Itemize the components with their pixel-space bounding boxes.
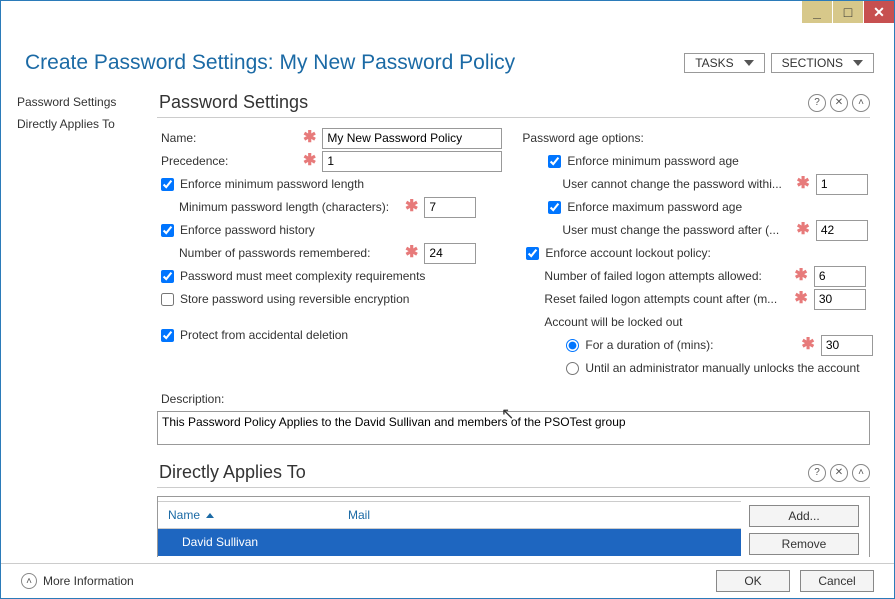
collapse-icon[interactable]: ˄ xyxy=(852,464,870,482)
lock-duration-input[interactable] xyxy=(821,335,873,356)
reversible-checkbox[interactable] xyxy=(161,293,174,306)
tasks-button[interactable]: TASKS xyxy=(684,53,764,73)
nav-item-directly-applies-to[interactable]: Directly Applies To xyxy=(17,113,151,135)
page-header: Create Password Settings: My New Passwor… xyxy=(1,23,894,85)
maximize-button[interactable]: □ xyxy=(832,1,863,23)
window-controls: _ □ ✕ xyxy=(801,1,894,23)
reversible-label: Store password using reversible encrypti… xyxy=(180,292,409,306)
lock-duration-label: For a duration of (mins): xyxy=(585,338,795,352)
enforce-max-age-label: Enforce maximum password age xyxy=(567,200,742,214)
table-row[interactable]: David Sullivan xyxy=(158,529,741,556)
reset-count-label: Reset failed logon attempts count after … xyxy=(544,292,788,306)
column-name-label: Name xyxy=(168,508,200,522)
lock-until-admin-radio[interactable] xyxy=(566,362,579,375)
nav-item-password-settings[interactable]: Password Settings xyxy=(17,91,151,113)
enforce-history-checkbox[interactable] xyxy=(161,224,174,237)
enforce-min-length-checkbox[interactable] xyxy=(161,178,174,191)
more-information-button[interactable]: ˄ More Information xyxy=(21,573,134,589)
collapse-icon[interactable]: ˄ xyxy=(852,94,870,112)
min-length-input[interactable] xyxy=(424,197,476,218)
help-icon[interactable]: ? xyxy=(808,464,826,482)
complexity-checkbox[interactable] xyxy=(161,270,174,283)
footer: ˄ More Information OK Cancel xyxy=(1,563,894,598)
max-age-input[interactable] xyxy=(816,220,868,241)
section-title: Password Settings xyxy=(157,88,804,117)
sections-label: SECTIONS xyxy=(782,56,843,70)
help-icon[interactable]: ? xyxy=(808,94,826,112)
description-label: Description: xyxy=(157,392,224,406)
ok-button[interactable]: OK xyxy=(716,570,790,592)
add-button[interactable]: Add... xyxy=(749,505,859,527)
tasks-label: TASKS xyxy=(695,56,733,70)
locked-out-label: Account will be locked out xyxy=(544,315,682,329)
section-title: Directly Applies To xyxy=(157,458,804,487)
failed-attempts-input[interactable] xyxy=(814,266,866,287)
section-password-settings: Password Settings ? ✕ ˄ Name: ✱ P xyxy=(151,86,884,456)
precedence-input[interactable] xyxy=(322,151,502,172)
required-icon: ✱ xyxy=(297,156,322,166)
enforce-max-age-checkbox[interactable] xyxy=(548,201,561,214)
close-button[interactable]: ✕ xyxy=(863,1,894,23)
name-input[interactable] xyxy=(322,128,502,149)
main-content: Password Settings ? ✕ ˄ Name: ✱ P xyxy=(151,85,884,557)
minimize-button[interactable]: _ xyxy=(801,1,832,23)
required-icon: ✱ xyxy=(788,294,813,304)
protect-label: Protect from accidental deletion xyxy=(180,328,348,342)
enforce-min-length-label: Enforce minimum password length xyxy=(180,177,364,191)
chevron-down-icon xyxy=(744,60,754,66)
enforce-min-age-checkbox[interactable] xyxy=(548,155,561,168)
titlebar: _ □ ✕ xyxy=(1,1,894,23)
column-header-mail[interactable]: Mail xyxy=(338,502,380,528)
description-input[interactable] xyxy=(157,411,870,445)
enforce-history-label: Enforce password history xyxy=(180,223,315,237)
history-num-label: Number of passwords remembered: xyxy=(179,246,399,260)
more-info-label: More Information xyxy=(43,574,134,588)
required-icon: ✱ xyxy=(399,248,424,258)
cancel-button[interactable]: Cancel xyxy=(800,570,874,592)
lock-until-admin-label: Until an administrator manually unlocks … xyxy=(585,361,859,375)
lock-duration-radio[interactable] xyxy=(566,339,579,352)
min-age-input[interactable] xyxy=(816,174,868,195)
required-icon: ✱ xyxy=(795,340,820,350)
section-directly-applies-to: Directly Applies To ? ✕ ˄ Name Mail xyxy=(151,456,884,557)
enforce-lockout-label: Enforce account lockout policy: xyxy=(545,246,710,260)
enforce-lockout-checkbox[interactable] xyxy=(526,247,539,260)
remove-button[interactable]: Remove xyxy=(749,533,859,555)
chevron-down-icon xyxy=(853,60,863,66)
sections-button[interactable]: SECTIONS xyxy=(771,53,874,73)
page-title: Create Password Settings: My New Passwor… xyxy=(25,51,678,75)
close-section-icon[interactable]: ✕ xyxy=(830,464,848,482)
complexity-label: Password must meet complexity requiremen… xyxy=(180,269,425,283)
precedence-label: Precedence: xyxy=(157,154,297,168)
failed-attempts-label: Number of failed logon attempts allowed: xyxy=(544,269,788,283)
required-icon: ✱ xyxy=(788,271,813,281)
required-icon: ✱ xyxy=(790,179,815,189)
min-age-detail: User cannot change the password withi... xyxy=(562,177,790,191)
column-header-name[interactable]: Name xyxy=(158,502,338,528)
left-nav: Password Settings Directly Applies To xyxy=(1,85,151,557)
required-icon: ✱ xyxy=(399,202,424,212)
expand-icon: ˄ xyxy=(21,573,37,589)
reset-count-input[interactable] xyxy=(814,289,866,310)
required-icon: ✱ xyxy=(790,225,815,235)
close-section-icon[interactable]: ✕ xyxy=(830,94,848,112)
name-label: Name: xyxy=(157,131,297,145)
enforce-min-age-label: Enforce minimum password age xyxy=(567,154,738,168)
max-age-detail: User must change the password after (... xyxy=(562,223,790,237)
protect-checkbox[interactable] xyxy=(161,329,174,342)
required-icon: ✱ xyxy=(297,133,322,143)
sort-asc-icon xyxy=(206,513,214,518)
min-length-label: Minimum password length (characters): xyxy=(179,200,399,214)
table-row[interactable]: PSOTest xyxy=(158,556,741,557)
history-num-input[interactable] xyxy=(424,243,476,264)
window: _ □ ✕ Create Password Settings: My New P… xyxy=(0,0,895,599)
age-options-label: Password age options: xyxy=(522,131,643,145)
